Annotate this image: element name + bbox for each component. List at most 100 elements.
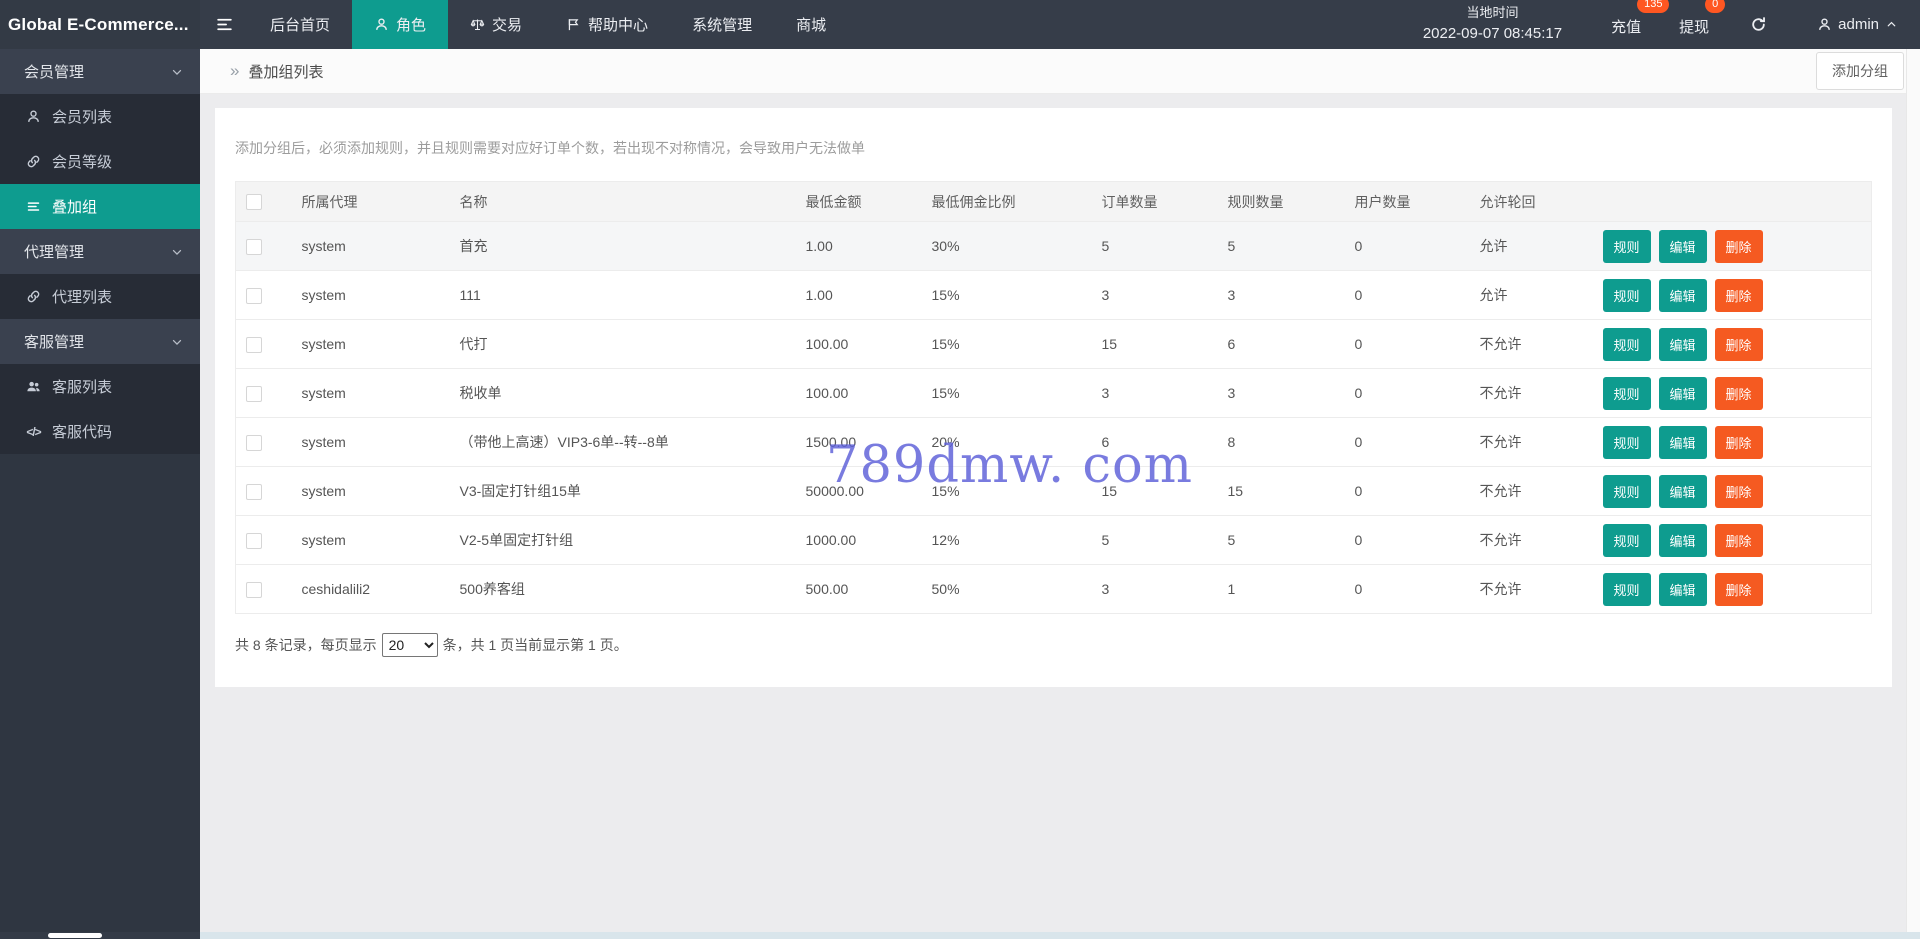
cell-orders: 3 xyxy=(1091,368,1218,418)
row-checkbox[interactable] xyxy=(246,581,262,598)
nav-item-label: 后台首页 xyxy=(270,17,331,34)
user-icon xyxy=(26,109,41,124)
table-header-row: 所属代理 名称 最低金额 最低佣金比例 订单数量 规则数量 用户数量 允许轮回 xyxy=(235,181,1872,222)
nav-item-label: 商城 xyxy=(796,17,827,34)
rule-button[interactable]: 规则 xyxy=(1602,327,1651,361)
cell-checkbox xyxy=(235,221,292,271)
recharge-menu-item[interactable]: 充值 135 xyxy=(1611,0,1670,37)
column-header-actions xyxy=(1592,181,1872,222)
rule-button[interactable]: 规则 xyxy=(1602,229,1651,263)
select-all-checkbox[interactable] xyxy=(246,194,262,211)
cell-rules: 5 xyxy=(1217,515,1345,565)
vertical-scrollbar[interactable] xyxy=(1906,49,1920,932)
edit-button[interactable]: 编辑 xyxy=(1658,376,1707,410)
sidebar: 会员管理 会员列表 会员等级 叠加组 代理管理 代理列表 客服管理客服列表 </> 客服代码 xyxy=(0,49,200,939)
cell-agent: system xyxy=(291,270,450,320)
hint-text: 添加分组后，必须添加规则，并且规则需要对应好订单个数，若出现不对称情况，会导致用… xyxy=(235,140,865,156)
cell-orders: 3 xyxy=(1091,270,1218,320)
cell-min_commission: 15% xyxy=(921,466,1092,516)
cell-name: （带他上高速）VIP3-6单--转--8单 xyxy=(449,417,796,467)
edit-button[interactable]: 编辑 xyxy=(1658,474,1707,508)
horizontal-scrollbar-thumb[interactable] xyxy=(48,933,102,938)
rule-button[interactable]: 规则 xyxy=(1602,425,1651,459)
sidebar-item-3[interactable]: 叠加组 xyxy=(0,184,200,229)
table-row: system （带他上高速）VIP3-6单--转--8单 1500.00 20% 6 8 0… xyxy=(235,417,1872,467)
cell-min_commission: 30% xyxy=(921,221,1092,271)
rule-button[interactable]: 规则 xyxy=(1602,376,1651,410)
cell-orders: 5 xyxy=(1091,515,1218,565)
rule-button[interactable]: 规则 xyxy=(1602,474,1651,508)
rule-button[interactable]: 规则 xyxy=(1602,278,1651,312)
row-checkbox[interactable] xyxy=(246,238,262,255)
cell-min_commission: 20% xyxy=(921,417,1092,467)
cell-min_amount: 1.00 xyxy=(795,221,922,271)
cell-cycle: 不允许 xyxy=(1469,564,1593,614)
delete-button[interactable]: 删除 xyxy=(1714,229,1763,263)
sidebar-group-4[interactable]: 代理管理 xyxy=(0,229,200,274)
sidebar-item-5[interactable]: 代理列表 xyxy=(0,274,200,319)
cell-actions: 规则 编辑 删除 xyxy=(1592,368,1872,418)
edit-button[interactable]: 编辑 xyxy=(1658,523,1707,557)
row-checkbox[interactable] xyxy=(246,434,262,451)
row-checkbox[interactable] xyxy=(246,336,262,353)
nav-item-0[interactable]: 后台首页 xyxy=(248,0,352,49)
cell-min_commission: 15% xyxy=(921,270,1092,320)
delete-button[interactable]: 删除 xyxy=(1714,376,1763,410)
horizontal-scrollbar-track[interactable] xyxy=(200,932,1920,939)
delete-button[interactable]: 删除 xyxy=(1714,523,1763,557)
delete-button[interactable]: 删除 xyxy=(1714,474,1763,508)
sidebar-group-6[interactable]: 客服管理 xyxy=(0,319,200,364)
cell-min_amount: 500.00 xyxy=(795,564,922,614)
edit-button[interactable]: 编辑 xyxy=(1658,229,1707,263)
nav-item-3[interactable]: 帮助中心 xyxy=(544,0,670,49)
user-menu[interactable]: admin xyxy=(1817,16,1898,33)
nav-item-4[interactable]: 系统管理 xyxy=(670,0,774,49)
row-checkbox[interactable] xyxy=(246,483,262,500)
sidebar-group-0[interactable]: 会员管理 xyxy=(0,49,200,94)
nav-items: 后台首页 角色 交易 帮助中心 系统管理 商城 xyxy=(248,0,848,49)
cell-cycle: 不允许 xyxy=(1469,417,1593,467)
sidebar-item-7[interactable]: 客服列表 xyxy=(0,364,200,409)
delete-button[interactable]: 删除 xyxy=(1714,278,1763,312)
sidebar-item-1[interactable]: 会员列表 xyxy=(0,94,200,139)
nav-item-2[interactable]: 交易 xyxy=(448,0,544,49)
code-icon: </> xyxy=(26,424,41,439)
cell-actions: 规则 编辑 删除 xyxy=(1592,417,1872,467)
row-checkbox[interactable] xyxy=(246,532,262,549)
horizontal-scrollbar-track-dark[interactable] xyxy=(0,932,200,939)
cell-name: 税收单 xyxy=(449,368,796,418)
delete-button[interactable]: 删除 xyxy=(1714,327,1763,361)
edit-button[interactable]: 编辑 xyxy=(1658,327,1707,361)
edit-button[interactable]: 编辑 xyxy=(1658,425,1707,459)
cell-name: V3-固定打针组15单 xyxy=(449,466,796,516)
withdraw-menu-item[interactable]: 提现 0 xyxy=(1679,0,1726,37)
nav-item-1[interactable]: 角色 xyxy=(352,0,449,49)
cell-cycle: 不允许 xyxy=(1469,466,1593,516)
nav-item-5[interactable]: 商城 xyxy=(774,0,848,49)
edit-button[interactable]: 编辑 xyxy=(1658,572,1707,606)
delete-button[interactable]: 删除 xyxy=(1714,425,1763,459)
scales-icon xyxy=(470,17,485,32)
pagination-suffix: 条，共 1 页当前显示第 1 页。 xyxy=(442,637,628,653)
rule-button[interactable]: 规则 xyxy=(1602,523,1651,557)
row-checkbox[interactable] xyxy=(246,385,262,402)
sidebar-item-label: 客服列表 xyxy=(52,379,113,396)
row-checkbox[interactable] xyxy=(246,287,262,304)
per-page-select[interactable]: 20 xyxy=(381,633,438,657)
cell-checkbox xyxy=(235,319,292,369)
delete-button[interactable]: 删除 xyxy=(1714,572,1763,606)
column-header: 最低金额 xyxy=(795,181,922,222)
cell-checkbox xyxy=(235,515,292,565)
sidebar-toggle-button[interactable] xyxy=(200,0,248,49)
add-group-button[interactable]: 添加分组 xyxy=(1816,52,1904,90)
cell-min_amount: 100.00 xyxy=(795,368,922,418)
column-header: 允许轮回 xyxy=(1469,181,1593,222)
sidebar-item-8[interactable]: </> 客服代码 xyxy=(0,409,200,454)
cell-min_commission: 15% xyxy=(921,319,1092,369)
sidebar-item-2[interactable]: 会员等级 xyxy=(0,139,200,184)
refresh-button[interactable] xyxy=(1750,16,1767,33)
breadcrumb-icon: » xyxy=(230,61,240,80)
app-logo[interactable]: Global E-Commerce... xyxy=(0,0,200,49)
edit-button[interactable]: 编辑 xyxy=(1658,278,1707,312)
rule-button[interactable]: 规则 xyxy=(1602,572,1651,606)
